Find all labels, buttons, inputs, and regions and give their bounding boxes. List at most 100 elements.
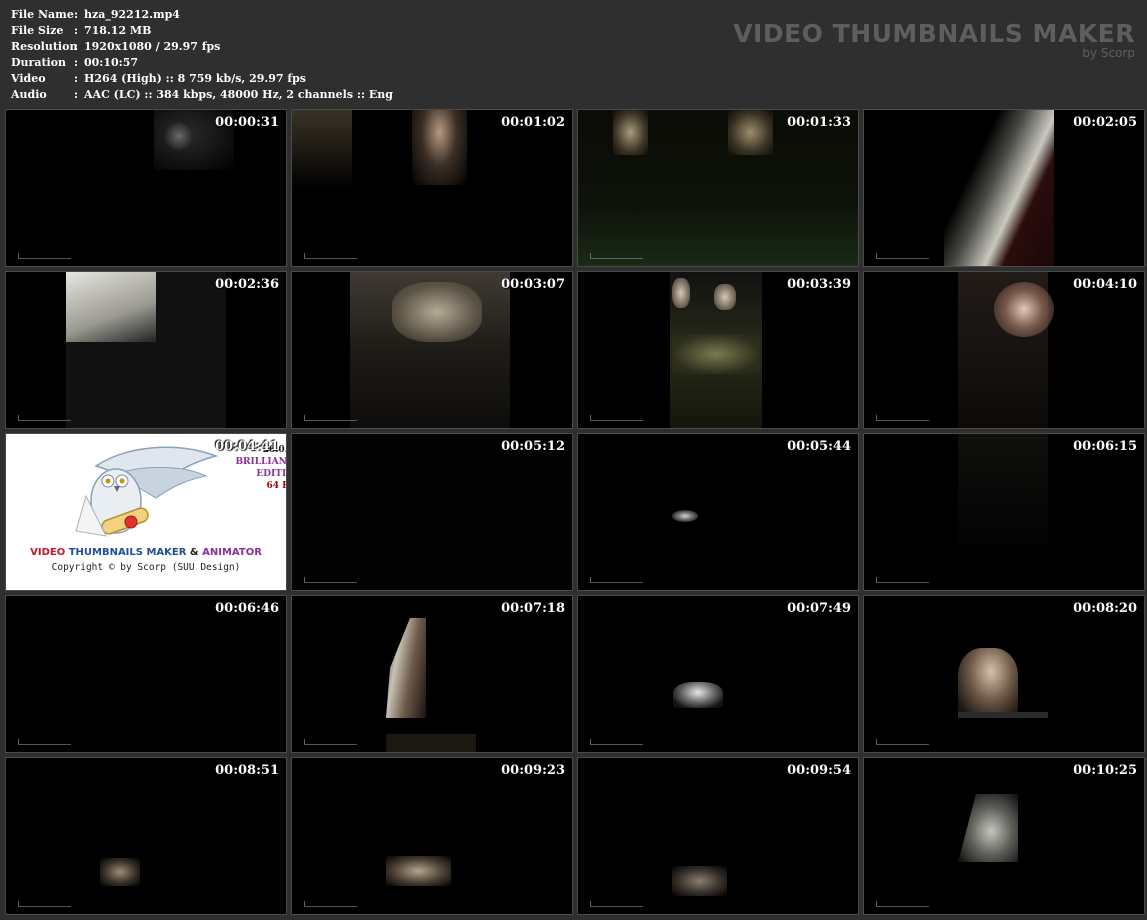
timestamp: 00:09:54 xyxy=(787,763,851,778)
brand-subtitle: by Scorp xyxy=(1082,46,1135,60)
thumbnail[interactable]: 00:10:25 xyxy=(863,757,1145,915)
edition-line: EDITIO xyxy=(256,469,286,479)
audio-value: AAC (LC) :: 384 kbps, 48000 Hz, 2 channe… xyxy=(84,88,393,101)
thumbnail[interactable]: 00:03:39 xyxy=(577,271,859,429)
timestamp: 00:01:33 xyxy=(787,115,851,130)
thumbnail[interactable]: 00:00:31 xyxy=(5,109,287,267)
timestamp: 00:03:39 xyxy=(787,277,851,292)
frame-content xyxy=(672,510,698,522)
timestamp: 00:08:51 xyxy=(215,763,279,778)
thumbnail[interactable]: 00:08:51 xyxy=(5,757,287,915)
watermark xyxy=(590,253,643,259)
meta-label: Duration xyxy=(11,56,67,69)
file-size-row: File Size : 718.12 MB xyxy=(11,23,393,39)
timestamp: 00:04:10 xyxy=(1073,277,1137,292)
timestamp: 00:05:12 xyxy=(501,439,565,454)
meta-separator: : xyxy=(74,8,79,21)
owl-icon xyxy=(75,446,219,537)
frame-content xyxy=(100,858,140,886)
watermark xyxy=(590,577,643,583)
thumbnail[interactable]: 00:05:12 xyxy=(291,433,573,591)
thumbnail[interactable]: 00:06:15 xyxy=(863,433,1145,591)
brand-title: VIDEO THUMBNAILS MAKER xyxy=(733,19,1135,48)
audio-row: Audio : AAC (LC) :: 384 kbps, 48000 Hz, … xyxy=(11,87,393,103)
edition-line: 64 BI xyxy=(266,481,286,491)
thumbnail-grid: 00:00:31 00:01:02 00:01:33 00:02:05 00:0… xyxy=(5,109,1145,918)
meta-label: Video xyxy=(11,72,46,85)
timestamp: 00:06:15 xyxy=(1073,439,1137,454)
timestamp: 00:00:31 xyxy=(215,115,279,130)
frame-content xyxy=(958,712,1048,718)
promo-title-part: VIDEO xyxy=(30,547,69,558)
frame-content xyxy=(958,794,1018,862)
watermark xyxy=(876,415,929,421)
thumbnail[interactable]: 00:07:49 xyxy=(577,595,859,753)
timestamp: 00:09:23 xyxy=(501,763,565,778)
timestamp: 00:05:44 xyxy=(787,439,851,454)
frame-content xyxy=(672,278,690,308)
promo-title: VIDEO THUMBNAILS MAKER & ANIMATOR xyxy=(6,547,286,558)
timestamp: 00:06:46 xyxy=(215,601,279,616)
thumbnail[interactable]: 00:02:36 xyxy=(5,271,287,429)
watermark xyxy=(876,901,929,907)
frame-content xyxy=(292,434,572,590)
file-size-value: 718.12 MB xyxy=(84,24,152,37)
watermark xyxy=(590,415,643,421)
frame-content xyxy=(386,734,476,752)
thumbnail[interactable]: 00:09:23 xyxy=(291,757,573,915)
timestamp: 00:07:49 xyxy=(787,601,851,616)
frame-content xyxy=(66,272,156,342)
frame-content xyxy=(994,282,1054,337)
thumbnail[interactable]: 00:05:44 xyxy=(577,433,859,591)
frame-content xyxy=(958,648,1018,716)
thumbnail[interactable]: 00:04:10 xyxy=(863,271,1145,429)
meta-separator: : xyxy=(74,40,79,53)
brand-logo: VIDEO THUMBNAILS MAKER by Scorp xyxy=(733,19,1135,60)
watermark xyxy=(304,415,357,421)
thumbnail[interactable]: 00:02:05 xyxy=(863,109,1145,267)
frame-content xyxy=(728,110,773,155)
duration-row: Duration : 00:10:57 xyxy=(11,55,393,71)
thumbnail[interactable]: 00:01:33 xyxy=(577,109,859,267)
frame-content xyxy=(672,866,727,896)
thumbnail[interactable]: 00:09:54 xyxy=(577,757,859,915)
timestamp: 00:08:20 xyxy=(1073,601,1137,616)
thumbnail[interactable]: 00:01:02 xyxy=(291,109,573,267)
promo-copyright: Copyright © by Scorp (SUU Design) xyxy=(51,562,241,573)
timestamp: 00:10:25 xyxy=(1073,763,1137,778)
meta-label: File Name xyxy=(11,8,74,21)
file-name-row: File Name : hza_92212.mp4 xyxy=(11,7,393,23)
promo-title-part: THUMBNAILS MAKER xyxy=(68,547,187,558)
thumbnail[interactable]: 00:07:18 xyxy=(291,595,573,753)
thumbnail[interactable]: 00:06:46 xyxy=(5,595,287,753)
frame-content xyxy=(613,110,648,155)
watermark xyxy=(18,253,71,259)
watermark xyxy=(876,253,929,259)
frame-content xyxy=(958,434,1048,544)
timestamp: 00:02:05 xyxy=(1073,115,1137,130)
edition-info: 26.0.0 BRILLIANC EDITIO 64 BI xyxy=(235,445,286,492)
promo-thumbnail[interactable]: 26.0.0 BRILLIANC EDITIO 64 BI VIDEO THUM… xyxy=(5,433,287,591)
promo-title-part: & xyxy=(186,547,203,558)
thumbnail[interactable]: 00:08:20 xyxy=(863,595,1145,753)
watermark xyxy=(18,901,71,907)
watermark xyxy=(304,253,357,259)
watermark xyxy=(18,739,71,745)
timestamp: 00:04:41 xyxy=(215,439,279,454)
watermark xyxy=(304,577,357,583)
watermark xyxy=(304,739,357,745)
timestamp: 00:01:02 xyxy=(501,115,565,130)
watermark xyxy=(876,577,929,583)
resolution-value: 1920x1080 / 29.97 fps xyxy=(84,40,221,53)
frame-content xyxy=(386,618,426,718)
duration-value: 00:10:57 xyxy=(84,56,139,69)
frame-content xyxy=(714,284,736,310)
watermark xyxy=(304,901,357,907)
sheet-header: File Name : hza_92212.mp4 File Size : 71… xyxy=(0,0,1147,108)
timestamp: 00:02:36 xyxy=(215,277,279,292)
frame-content xyxy=(392,282,482,342)
thumbnail[interactable]: 00:03:07 xyxy=(291,271,573,429)
frame-content xyxy=(412,110,467,185)
meta-separator: : xyxy=(74,88,79,101)
meta-separator: : xyxy=(74,56,79,69)
